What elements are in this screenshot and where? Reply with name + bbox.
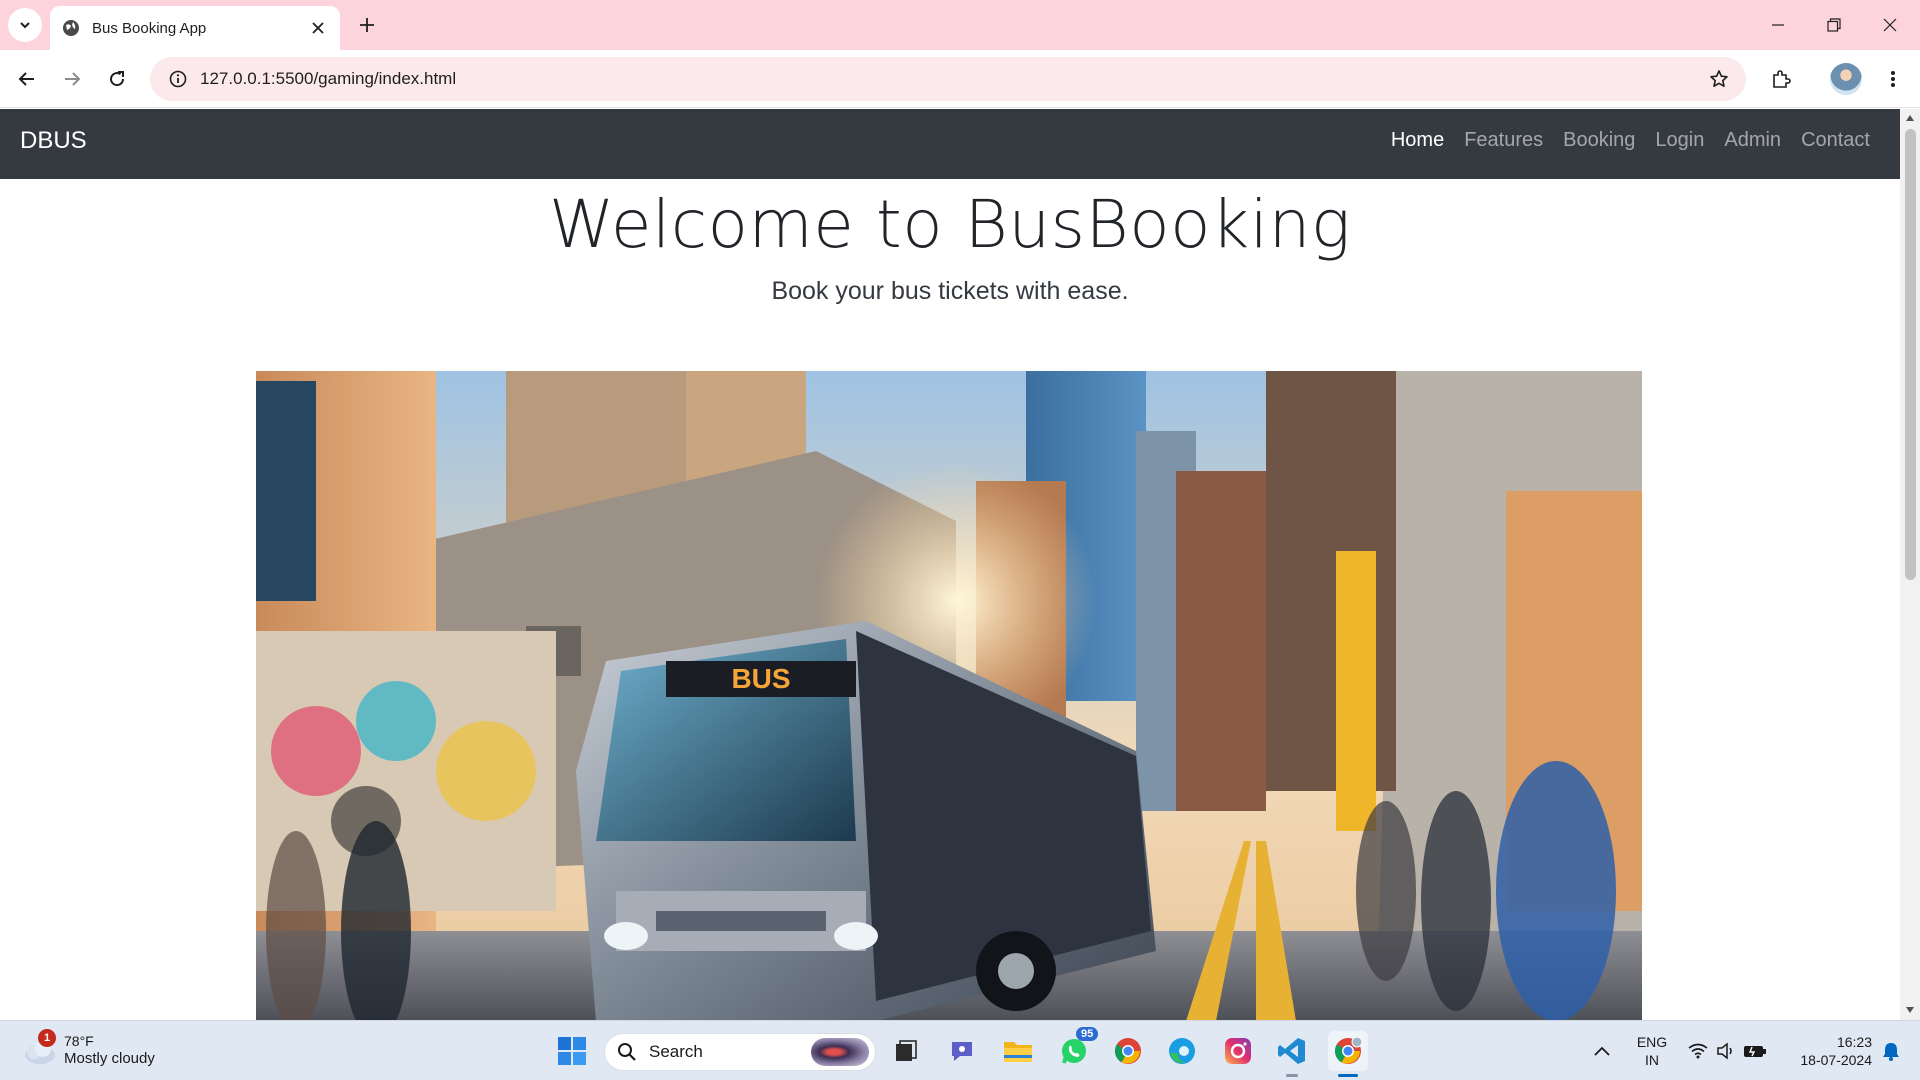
chrome-profile-button[interactable] <box>1328 1031 1368 1077</box>
language-indicator[interactable]: ENG IN <box>1630 1033 1674 1069</box>
chrome-active-indicator <box>1338 1074 1358 1077</box>
close-icon <box>1883 18 1897 32</box>
battery-icon <box>1744 1046 1766 1057</box>
scroll-down-icon[interactable] <box>1905 1005 1915 1015</box>
vscode-icon <box>1278 1038 1305 1064</box>
nav-link-features[interactable]: Features <box>1464 129 1543 152</box>
scroll-thumb[interactable] <box>1905 129 1916 580</box>
chrome-profile-icon <box>1334 1036 1363 1064</box>
windows-logo-icon <box>558 1037 586 1065</box>
search-icon <box>618 1043 636 1061</box>
reload-icon <box>110 71 125 87</box>
site-navbar: DBUS Home Features Booking Login Admin C… <box>0 109 1900 179</box>
close-tab-icon[interactable] <box>308 18 328 38</box>
windows-taskbar: 1 78°F Mostly cloudy Search 95 ENG IN 16… <box>0 1020 1920 1080</box>
browser-tab-strip: Bus Booking App <box>0 0 1920 50</box>
reload-button[interactable] <box>100 62 134 96</box>
navbar-brand[interactable]: DBUS <box>20 127 87 155</box>
notifications-button[interactable] <box>1876 1031 1906 1071</box>
file-explorer-button[interactable] <box>998 1031 1038 1071</box>
plus-icon <box>360 18 374 32</box>
page-scrollbar[interactable] <box>1900 109 1920 1020</box>
browser-tab[interactable]: Bus Booking App <box>50 6 340 50</box>
extensions-button[interactable] <box>1764 62 1798 96</box>
forward-arrow-icon <box>65 72 81 86</box>
close-window-button[interactable] <box>1862 0 1918 50</box>
bell-icon <box>1883 1043 1899 1061</box>
minimize-button[interactable] <box>1750 0 1806 50</box>
cloud-icon: 1 <box>20 1029 58 1069</box>
url-text[interactable]: 127.0.0.1:5500/gaming/index.html <box>200 69 456 89</box>
instagram-icon <box>1225 1038 1251 1064</box>
chrome-button[interactable] <box>1108 1031 1148 1071</box>
search-highlight-image <box>811 1038 869 1066</box>
restore-button[interactable] <box>1806 0 1862 50</box>
page-viewport: DBUS Home Features Booking Login Admin C… <box>0 109 1900 1020</box>
nav-link-booking[interactable]: Booking <box>1563 129 1635 152</box>
edge-icon <box>1169 1038 1195 1064</box>
vscode-button[interactable] <box>1272 1031 1312 1077</box>
weather-widget[interactable]: 1 78°F Mostly cloudy <box>20 1029 155 1069</box>
hero-title: Welcome to BusBooking <box>548 186 1352 263</box>
vscode-running-indicator <box>1286 1074 1298 1077</box>
back-arrow-icon <box>18 72 34 86</box>
menu-button[interactable] <box>1876 62 1910 96</box>
scroll-up-icon[interactable] <box>1905 113 1915 123</box>
chrome-icon <box>1114 1038 1141 1064</box>
instagram-button[interactable] <box>1218 1031 1258 1071</box>
nav-link-contact[interactable]: Contact <box>1801 129 1870 152</box>
address-bar[interactable]: 127.0.0.1:5500/gaming/index.html <box>150 57 1746 101</box>
whatsapp-button[interactable]: 95 <box>1054 1027 1099 1071</box>
volume-status[interactable] <box>1712 1031 1740 1071</box>
hero-subtitle: Book your bus tickets with ease. <box>771 277 1129 305</box>
tab-title: Bus Booking App <box>92 19 207 37</box>
site-info-icon[interactable] <box>156 57 200 101</box>
clock[interactable]: 16:23 18-07-2024 <box>1782 1033 1872 1069</box>
taskbar-search[interactable]: Search <box>604 1033 876 1071</box>
lang-region: IN <box>1645 1052 1659 1068</box>
nav-link-login[interactable]: Login <box>1655 129 1704 152</box>
profile-avatar[interactable] <box>1830 63 1862 95</box>
show-hidden-icons-button[interactable] <box>1582 1031 1622 1071</box>
wifi-icon <box>1688 1043 1708 1059</box>
puzzle-icon <box>1773 70 1791 88</box>
weather-desc: Mostly cloudy <box>64 1050 155 1067</box>
battery-status[interactable] <box>1740 1031 1770 1071</box>
more-vert-icon <box>1891 71 1895 87</box>
whatsapp-badge: 95 <box>1076 1027 1099 1041</box>
bookmark-star-icon[interactable] <box>1702 62 1736 96</box>
restore-icon <box>1827 18 1841 32</box>
chevron-up-icon <box>1594 1046 1610 1056</box>
forward-button[interactable] <box>55 62 89 96</box>
wifi-status[interactable] <box>1684 1031 1712 1071</box>
weather-alert-badge: 1 <box>38 1029 56 1047</box>
search-label: Search <box>649 1042 703 1061</box>
nav-link-home[interactable]: Home <box>1391 129 1444 152</box>
edge-button[interactable] <box>1162 1031 1202 1071</box>
task-view-button[interactable] <box>886 1031 926 1071</box>
back-button[interactable] <box>10 62 44 96</box>
chevron-down-icon <box>20 22 30 29</box>
folder-icon <box>1004 1042 1032 1062</box>
hero-bus-image: BUS <box>256 371 1642 1020</box>
minimize-icon <box>1772 24 1784 26</box>
nav-links: Home Features Booking Login Admin Contac… <box>1391 129 1870 152</box>
speaker-icon <box>1717 1042 1732 1060</box>
tab-search-button[interactable] <box>8 8 42 42</box>
nav-link-admin[interactable]: Admin <box>1724 129 1781 152</box>
new-tab-button[interactable] <box>352 10 382 40</box>
weather-temp: 78°F <box>64 1033 94 1049</box>
clock-date: 18-07-2024 <box>1800 1052 1872 1068</box>
clock-time: 16:23 <box>1836 1034 1872 1050</box>
globe-icon <box>62 19 80 37</box>
browser-toolbar: 127.0.0.1:5500/gaming/index.html <box>0 50 1920 108</box>
start-button[interactable] <box>552 1031 592 1071</box>
teams-chat-button[interactable] <box>942 1031 982 1071</box>
chat-icon <box>952 1042 972 1061</box>
task-view-icon <box>896 1040 917 1061</box>
lang-code: ENG <box>1636 1034 1668 1050</box>
bus-destination-sign: BUS <box>731 663 790 694</box>
